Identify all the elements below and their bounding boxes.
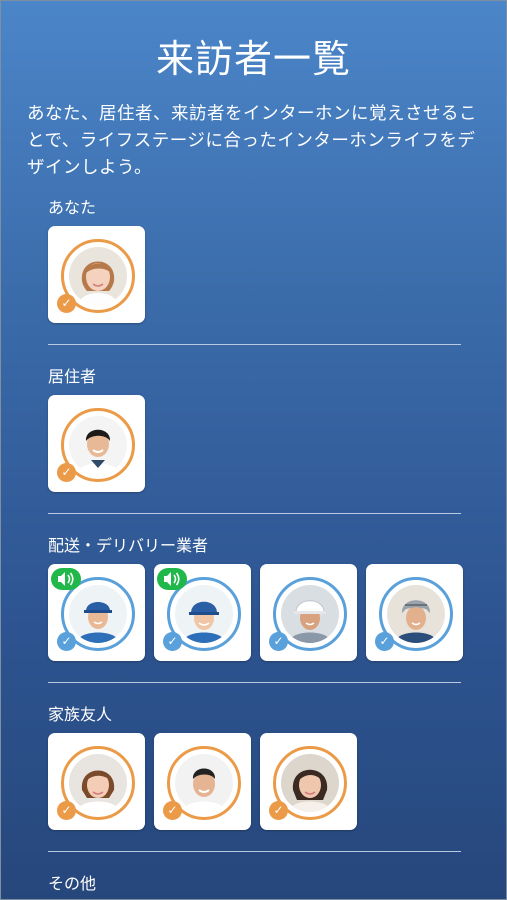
avatar [69,247,127,305]
avatar [387,585,445,643]
row-resident: ✓ [48,395,145,492]
avatar [69,754,127,812]
page-title: 来訪者一覧 [155,37,351,81]
section-label-delivery: 配送・デリバリー業者 [48,536,209,555]
section-divider [48,513,461,514]
avatar [175,754,233,812]
avatar [69,585,127,643]
section-divider [48,851,461,852]
section-label-resident: 居住者 [48,367,97,386]
check-icon: ✓ [57,632,76,651]
visitor-card-family-1[interactable]: ✓ [48,733,145,830]
check-icon: ✓ [269,632,288,651]
speaker-icon [51,568,81,590]
section-label-family: 家族友人 [48,705,113,724]
visitor-card-family-3[interactable]: ✓ [260,733,357,830]
intro-text: あなた、居住者、来訪者をインターホンに覚えさせることで、ライフステージに合ったイ… [27,104,477,178]
row-family: ✓ ✓ ✓ [48,733,357,830]
check-icon: ✓ [57,294,76,313]
row-you: ✓ [48,226,145,323]
section-divider [48,682,461,683]
visitor-card-resident[interactable]: ✓ [48,395,145,492]
visitor-card-delivery-4[interactable]: ✓ [366,564,463,661]
visitor-card-you[interactable]: ✓ [48,226,145,323]
check-icon: ✓ [57,801,76,820]
check-icon: ✓ [375,632,394,651]
speaker-icon [157,568,187,590]
avatar [281,754,339,812]
visitor-card-family-2[interactable]: ✓ [154,733,251,830]
section-label-you: あなた [48,198,97,217]
check-icon: ✓ [163,801,182,820]
visitor-card-delivery-1[interactable]: ✓ [48,564,145,661]
avatar [69,416,127,474]
avatar [175,585,233,643]
check-icon: ✓ [163,632,182,651]
section-label-other: その他 [48,874,97,893]
section-divider [48,344,461,345]
visitor-card-delivery-3[interactable]: ✓ [260,564,357,661]
visitor-card-delivery-2[interactable]: ✓ [154,564,251,661]
row-delivery: ✓ ✓ ✓ ✓ [48,564,463,661]
check-icon: ✓ [57,463,76,482]
avatar [281,585,339,643]
check-icon: ✓ [269,801,288,820]
